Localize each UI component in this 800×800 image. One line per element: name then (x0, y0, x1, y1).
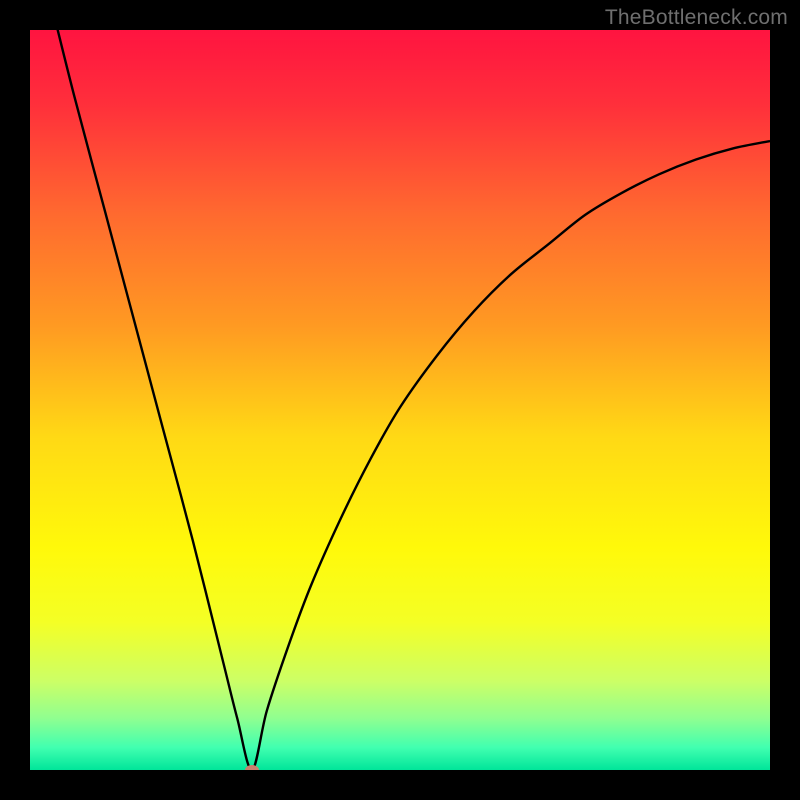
curve-svg (30, 30, 770, 770)
chart-frame: TheBottleneck.com (0, 0, 800, 800)
watermark-text: TheBottleneck.com (605, 6, 788, 30)
plot-area (30, 30, 770, 770)
bottleneck-curve (30, 30, 770, 770)
minimum-marker (245, 765, 259, 770)
